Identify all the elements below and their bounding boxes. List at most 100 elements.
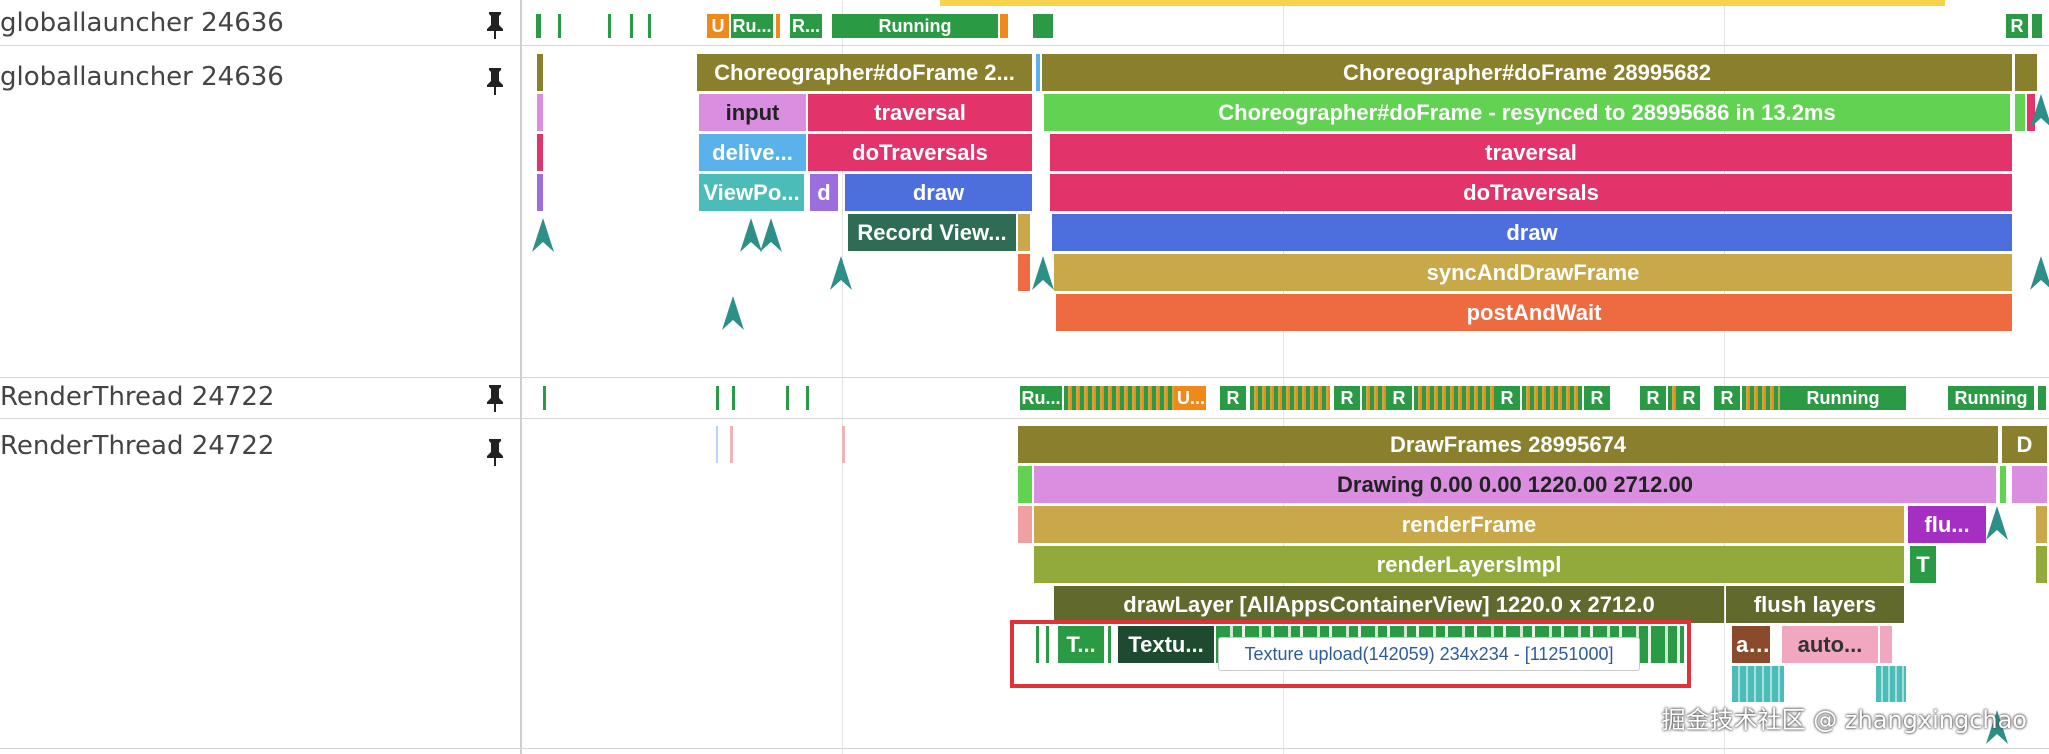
track-label: globallauncher 24636 xyxy=(0,8,284,38)
state-tick xyxy=(716,386,719,410)
state-running-end[interactable]: Running xyxy=(1948,386,2034,410)
state-uninterruptible[interactable]: U... xyxy=(1176,386,1206,410)
state-running[interactable]: Ru... xyxy=(1020,386,1062,410)
state-runnable[interactable]: R xyxy=(1714,386,1740,410)
slice-stub xyxy=(842,426,845,463)
state-busy-stripe xyxy=(1668,386,1678,410)
slice-stub xyxy=(2015,54,2037,91)
slice-sync-and-draw[interactable]: syncAndDrawFrame xyxy=(1054,254,2012,291)
state-tick xyxy=(2032,14,2042,38)
track-render-state[interactable]: RenderThread 24722 Ru... U... R R R R R … xyxy=(0,378,2049,418)
slice-flu[interactable]: flu... xyxy=(1908,506,1986,543)
flow-arrow-icon[interactable] xyxy=(2030,94,2049,128)
slice-stub xyxy=(2036,546,2047,583)
flow-arrow-icon[interactable] xyxy=(722,296,744,330)
slice-input[interactable]: input xyxy=(699,94,806,131)
state-runnable[interactable]: R xyxy=(1678,386,1700,410)
state-uninterruptible[interactable]: U xyxy=(707,14,729,38)
slice-draw-left[interactable]: draw xyxy=(845,174,1032,211)
slice-stub xyxy=(537,94,543,131)
state-tick xyxy=(786,386,789,410)
slice-draw-main[interactable]: draw xyxy=(1052,214,2012,251)
slice-dotraversals-main[interactable]: doTraversals xyxy=(1050,174,2012,211)
state-tick xyxy=(536,14,541,38)
pin-icon[interactable] xyxy=(484,66,506,96)
pin-icon[interactable] xyxy=(484,10,506,40)
slice-record-view[interactable]: Record View... xyxy=(848,214,1016,251)
slice-t-small[interactable]: T xyxy=(1910,546,1936,583)
state-runnable[interactable]: R xyxy=(1220,386,1246,410)
slice-teal-stripe xyxy=(1876,666,1906,702)
slice-traversal-left[interactable]: traversal xyxy=(808,94,1032,131)
track-launcher-state[interactable]: globallauncher 24636 U Ru... R... Runnin… xyxy=(0,0,2049,45)
state-runnable-end[interactable]: R xyxy=(2006,14,2028,38)
state-busy-stripe xyxy=(1414,386,1494,410)
slice-choreographer-main[interactable]: Choreographer#doFrame 28995682 xyxy=(1042,54,2012,91)
track-label: globallauncher 24636 xyxy=(0,62,284,92)
slice-stub xyxy=(2012,466,2047,503)
flow-arrow-icon[interactable] xyxy=(1032,256,1054,290)
state-runnable[interactable]: R xyxy=(1584,386,1610,410)
state-runnable[interactable]: R xyxy=(1494,386,1520,410)
state-busy-stripe xyxy=(1362,386,1386,410)
slice-draw-frames[interactable]: DrawFrames 28995674 xyxy=(1018,426,1998,463)
slice-d[interactable]: d xyxy=(810,174,838,211)
state-tick xyxy=(776,14,780,38)
slice-draw-frames-next[interactable]: D xyxy=(2002,426,2047,463)
flow-arrow-icon[interactable] xyxy=(740,218,762,252)
slice-drawing[interactable]: Drawing 0.00 0.00 1220.00 2712.00 xyxy=(1034,466,1996,503)
slice-a-short[interactable]: a... xyxy=(1732,626,1770,663)
pin-icon[interactable] xyxy=(484,383,506,413)
slice-flush-layers[interactable]: flush layers xyxy=(1726,586,1904,623)
slice-viewpost[interactable]: ViewPo... xyxy=(699,174,804,211)
slice-resynced[interactable]: Choreographer#doFrame - resynced to 2899… xyxy=(1044,94,2010,131)
slice-stub xyxy=(1018,466,1032,503)
slice-dotraversals-left[interactable]: doTraversals xyxy=(808,134,1032,171)
state-busy-stripe xyxy=(1522,386,1582,410)
slice-stub xyxy=(1036,54,1040,91)
flow-arrow-icon[interactable] xyxy=(830,256,852,290)
slice-traversal-main[interactable]: traversal xyxy=(1050,134,2012,171)
state-running-long[interactable]: Running xyxy=(1780,386,1906,410)
slice-deliver[interactable]: delive... xyxy=(699,134,806,171)
track-label: RenderThread 24722 xyxy=(0,382,275,412)
pin-icon[interactable] xyxy=(484,437,506,467)
track-separator xyxy=(0,748,2049,749)
flow-arrow-icon[interactable] xyxy=(760,218,782,252)
slice-post-and-wait[interactable]: postAndWait xyxy=(1056,294,2012,331)
flow-arrow-icon[interactable] xyxy=(532,218,554,252)
state-tick xyxy=(543,386,546,410)
slice-stub xyxy=(1018,254,1030,291)
slice-render-layers[interactable]: renderLayersImpl xyxy=(1034,546,1904,583)
slice-stub xyxy=(2000,466,2006,503)
state-tick xyxy=(1000,14,1008,38)
slice-stub xyxy=(2036,506,2047,543)
state-runnable[interactable]: R xyxy=(1386,386,1412,410)
slice-tooltip: Texture upload(142059) 234x234 - [112510… xyxy=(1218,637,1640,671)
slice-stub xyxy=(730,426,733,463)
state-runnable[interactable]: R xyxy=(1334,386,1360,410)
watermark: 掘金技术社区 @ zhangxingchao xyxy=(1661,706,2027,734)
state-running[interactable]: Ru... xyxy=(731,14,773,38)
state-busy-stripe xyxy=(1064,386,1176,410)
state-runnable[interactable]: R xyxy=(1640,386,1666,410)
slice-draw-layer[interactable]: drawLayer [AllAppsContainerView] 1220.0 … xyxy=(1054,586,1724,623)
state-tick xyxy=(558,14,561,38)
state-tick xyxy=(608,14,611,38)
track-label: RenderThread 24722 xyxy=(0,431,275,461)
slice-choreographer-short[interactable]: Choreographer#doFrame 2... xyxy=(697,54,1032,91)
flow-arrow-icon[interactable] xyxy=(2030,256,2049,290)
slice-stub xyxy=(2015,94,2025,131)
slice-stub xyxy=(537,174,543,211)
state-tick xyxy=(732,386,735,410)
slice-stub xyxy=(537,54,543,91)
slice-auto[interactable]: auto... xyxy=(1782,626,1878,663)
slice-stub xyxy=(716,426,718,463)
state-tick xyxy=(806,386,809,410)
slice-render-frame[interactable]: renderFrame xyxy=(1034,506,1904,543)
slice-teal-stripe xyxy=(1732,666,1784,702)
state-tick xyxy=(648,14,651,38)
flow-arrow-icon[interactable] xyxy=(1986,506,2008,540)
state-runnable[interactable]: R... xyxy=(790,14,822,38)
state-running-long[interactable]: Running xyxy=(832,14,998,38)
